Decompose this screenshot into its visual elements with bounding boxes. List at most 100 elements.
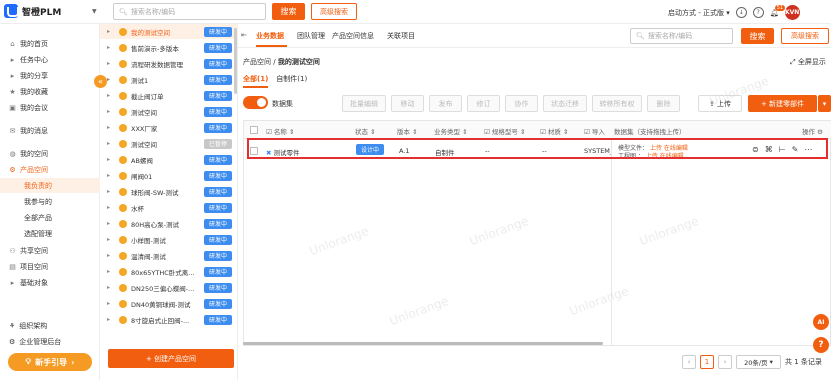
chevron-right-icon[interactable]: ▸	[107, 172, 110, 179]
tab-related-projects[interactable]: 关联项目	[387, 31, 415, 41]
tree-item[interactable]: ▸ 80x65YTHC卧式离... 研发中	[100, 264, 238, 279]
next-page-button[interactable]: ›	[718, 355, 732, 369]
chevron-right-icon[interactable]: ▸	[107, 92, 110, 99]
main-search-button[interactable]: 搜索	[741, 28, 774, 44]
delete-button[interactable]: 删除	[647, 95, 680, 112]
create-product-space-button[interactable]: + 创建产品空间	[108, 349, 234, 368]
ai-assistant-button[interactable]: AI	[813, 314, 829, 330]
tree-item[interactable]: ▸ 水杯 研发中	[100, 200, 238, 215]
sidebar-item-home[interactable]: ⌂ 我的首页	[0, 36, 100, 51]
sidebar-sub-participated[interactable]: 我参与的	[0, 194, 100, 209]
tree-item[interactable]: ▸ 售前演示-多版本 研发中	[100, 40, 238, 55]
tree-item[interactable]: ▸ AB螺阀 研发中	[100, 152, 238, 167]
tab-space-info[interactable]: 产品空间信息	[332, 31, 374, 41]
collapse-sidebar-button[interactable]: «	[94, 75, 107, 88]
transfer-ownership-button[interactable]: 转移所有权	[592, 95, 642, 112]
dataset-toggle[interactable]	[243, 96, 268, 109]
tree-item[interactable]: ▸ 8寸旋启式止回阀-... 研发中	[100, 312, 238, 327]
chevron-right-icon[interactable]: ▸	[107, 220, 110, 227]
tab-business-data[interactable]: 业务数据	[256, 31, 284, 41]
help-icon[interactable]: ?	[752, 7, 764, 18]
main-search-input[interactable]: 🔍︎ 搜索名称/编码	[630, 28, 733, 44]
new-part-dropdown[interactable]: ▾	[818, 95, 831, 112]
tree-item[interactable]: ▸ XXX厂家 研发中	[100, 120, 238, 135]
col-spec[interactable]: ☑ 规格型号 ⇕	[484, 126, 525, 136]
chevron-right-icon[interactable]: ▸	[107, 60, 110, 67]
chevron-right-icon[interactable]: ▸	[107, 28, 110, 35]
sidebar-item-project-space[interactable]: ▤ 项目空间	[0, 259, 100, 274]
global-advanced-search-button[interactable]: 高级搜索	[311, 3, 357, 20]
col-import[interactable]: ☑ 导入	[584, 126, 605, 136]
help-float-button[interactable]: ?	[813, 337, 829, 353]
col-material[interactable]: ☑ 材质 ⇕	[540, 126, 568, 136]
col-version[interactable]: 版本 ⇕	[397, 126, 418, 136]
new-part-button[interactable]: + 新建零部件	[748, 95, 817, 112]
sidebar-item-my-space[interactable]: ◍ 我的空间	[0, 146, 100, 161]
sidebar-item-share[interactable]: ▸ 我的分享	[0, 68, 100, 83]
chevron-right-icon[interactable]: ▸	[107, 44, 110, 51]
avatar[interactable]: KVN	[784, 5, 800, 20]
main-advanced-search-button[interactable]: 高级搜索	[781, 28, 829, 44]
notification-bell[interactable]: 🔔︎ 51	[770, 4, 786, 17]
tree-item[interactable]: ▸ 截止阀订单 研发中	[100, 88, 238, 103]
chevron-right-icon[interactable]: ▸	[107, 108, 110, 115]
col-type[interactable]: 业务类型 ⇕	[434, 126, 468, 136]
tree-item[interactable]: ▸ 流程研发数据管理 研发中	[100, 56, 238, 71]
chevron-right-icon[interactable]: ▸	[107, 284, 110, 291]
state-transition-button[interactable]: 状态迁移	[543, 95, 587, 112]
chevron-right-icon[interactable]: ▸	[107, 76, 110, 83]
tree-item[interactable]: ▸ 我的测试空间 研发中	[100, 24, 238, 39]
tree-scrollbar[interactable]	[234, 28, 237, 94]
chevron-right-icon[interactable]: ▸	[107, 188, 110, 195]
brand[interactable]: 智橙PLM	[4, 4, 61, 18]
sidebar-sub-all-products[interactable]: 全部产品	[0, 210, 100, 225]
tree-item[interactable]: ▸ 80H高心泵-测试 研发中	[100, 216, 238, 231]
chevron-right-icon[interactable]: ▸	[107, 140, 110, 147]
global-search-button[interactable]: 搜索	[272, 3, 305, 20]
tree-item[interactable]: ▸ 测试1 研发中	[100, 72, 238, 87]
move-button[interactable]: 移动	[391, 95, 424, 112]
tree-item[interactable]: ▸ 测试空间 研发中	[100, 104, 238, 119]
tree-item[interactable]: ▸ 球形阀-SW-测试 研发中	[100, 184, 238, 199]
sidebar-item-org[interactable]: ⚘ 组织架构	[0, 318, 100, 333]
fullscreen-button[interactable]: ⤢ 全屏显示	[790, 57, 826, 67]
batch-edit-button[interactable]: 批量编辑	[342, 95, 386, 112]
chevron-right-icon[interactable]: ▸	[107, 268, 110, 275]
sidebar-item-product-space[interactable]: ⚙ 产品空间	[0, 162, 100, 177]
collaborate-button[interactable]: 协作	[505, 95, 538, 112]
tree-item[interactable]: ▸ 闸阀01 研发中	[100, 168, 238, 183]
sidebar-item-tasks[interactable]: ▸ 任务中心	[0, 52, 100, 67]
chevron-right-icon[interactable]: ▸	[107, 204, 110, 211]
global-search-input[interactable]: 🔍︎ 搜索名称/编码	[113, 3, 266, 20]
chevron-right-icon[interactable]: ▸	[107, 316, 110, 323]
sidebar-item-meetings[interactable]: ▣ 我的会议	[0, 100, 100, 115]
sidebar-item-admin[interactable]: ⚙ 企业管理后台	[0, 334, 100, 349]
sidebar-item-favorites[interactable]: ★ 我的收藏	[0, 84, 100, 99]
col-name[interactable]: ☑ 名称 ⇕	[266, 126, 294, 136]
guide-button[interactable]: 💡︎ 新手引导 ›	[8, 353, 92, 371]
horizontal-scrollbar[interactable]	[243, 342, 603, 345]
sidebar-sub-my-responsible[interactable]: 我负责的	[0, 178, 100, 193]
tree-item[interactable]: ▸ DN40黄铜球阀-测试 研发中	[100, 296, 238, 311]
tree-item[interactable]: ▸ 测试空间 已暂停	[100, 136, 238, 151]
sidebar-item-messages[interactable]: ✉ 我的消息	[0, 123, 100, 138]
tree-item[interactable]: ▸ 小样图-测试 研发中	[100, 232, 238, 247]
col-status[interactable]: 状态 ⇕	[355, 126, 376, 136]
chevron-right-icon[interactable]: ▸	[107, 252, 110, 259]
page-number[interactable]: 1	[700, 355, 714, 369]
sidebar-item-base-objects[interactable]: ▸ 基础对象	[0, 275, 100, 290]
tab-team[interactable]: 团队管理	[297, 31, 325, 41]
prev-page-button[interactable]: ‹	[682, 355, 696, 369]
select-all-checkbox[interactable]	[250, 126, 258, 134]
subtab-all[interactable]: 全部(1)	[243, 74, 269, 88]
chevron-down-icon[interactable]: ▼	[92, 8, 97, 15]
tree-item[interactable]: ▸ DN250三偏心蝶阀-... 研发中	[100, 280, 238, 295]
chevron-right-icon[interactable]: ▸	[107, 236, 110, 243]
tree-item[interactable]: ▸ 温清阀-测试 研发中	[100, 248, 238, 263]
chevron-right-icon[interactable]: ▸	[107, 124, 110, 131]
revise-button[interactable]: 修订	[467, 95, 500, 112]
sidebar-sub-config[interactable]: 选配管理	[0, 226, 100, 241]
download-icon[interactable]: ↓	[735, 7, 747, 18]
launch-mode-select[interactable]: 启动方式 - 正式版 ▾	[668, 8, 730, 18]
publish-button[interactable]: 发布	[429, 95, 462, 112]
